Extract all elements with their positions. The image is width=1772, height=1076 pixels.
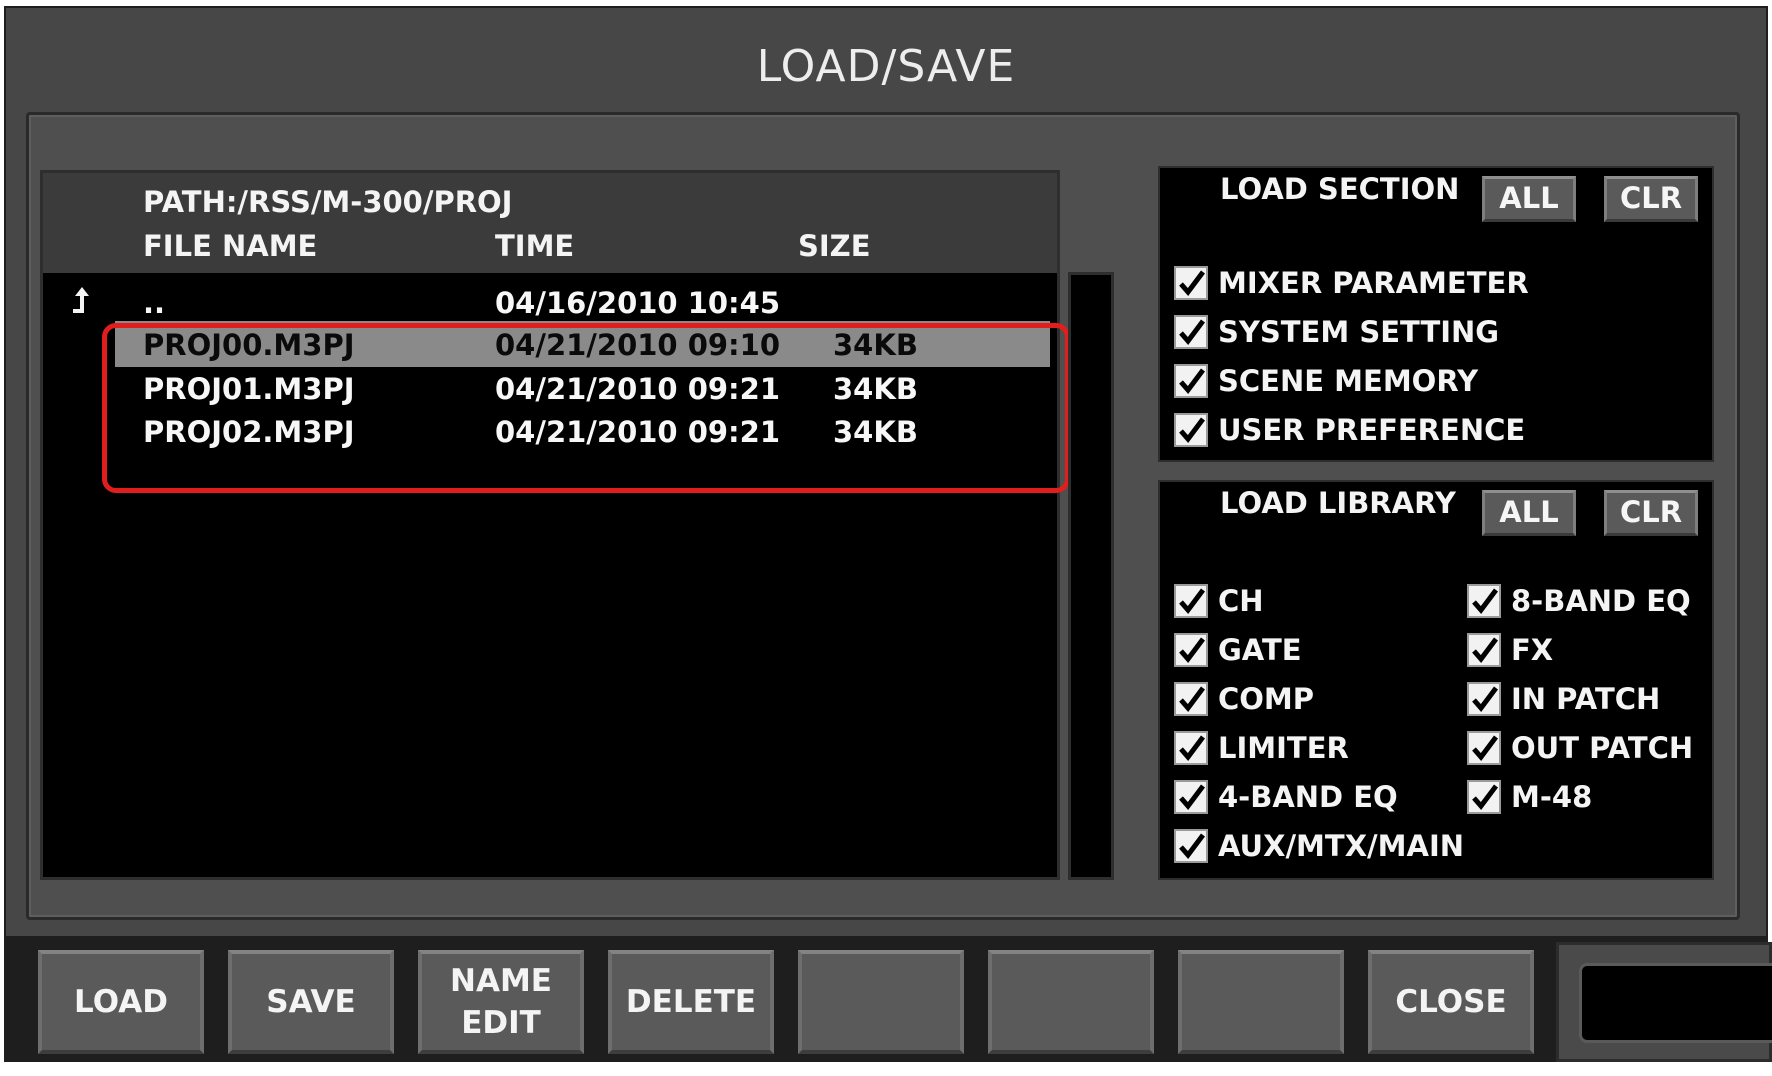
name-edit-label-line1: NAME (450, 963, 552, 999)
checkmark-icon (1174, 731, 1208, 765)
checkmark-icon (1174, 633, 1208, 667)
checkmark-icon (1467, 584, 1501, 618)
checkbox-label: AUX/MTX/MAIN (1218, 829, 1465, 863)
checkmark-icon (1467, 780, 1501, 814)
delete-button[interactable]: DELETE (608, 950, 774, 1054)
checkbox-label: OUT PATCH (1511, 731, 1694, 765)
up-arrow-icon (73, 287, 89, 313)
save-button[interactable]: SAVE (228, 950, 394, 1054)
checkmark-icon (1174, 682, 1208, 716)
checkbox-label: FX (1511, 633, 1554, 667)
checkbox-label: MIXER PARAMETER (1218, 266, 1529, 300)
checkbox-label: 8-BAND EQ (1511, 584, 1691, 618)
checkmark-icon (1174, 364, 1208, 398)
checkbox-label: LIMITER (1218, 731, 1349, 765)
checkbox-label: M-48 (1511, 780, 1593, 814)
checkmark-icon (1174, 315, 1208, 349)
function-button-blank-3[interactable] (1178, 950, 1344, 1054)
checkbox-label: SYSTEM SETTING (1218, 315, 1500, 349)
file-list-scrollbar[interactable] (1068, 272, 1114, 880)
parent-directory-name: .. (143, 286, 166, 320)
checkbox-label: 4-BAND EQ (1218, 780, 1398, 814)
load-section-all-button[interactable]: ALL (1482, 176, 1576, 222)
browser-header: PATH:/RSS/M-300/PROJ FILE NAME TIME SIZE (43, 173, 1057, 273)
function-button-blank-2[interactable] (988, 950, 1154, 1054)
load-section-title: LOAD SECTION (1220, 172, 1460, 206)
bottom-margin (0, 1062, 1772, 1076)
checkmark-icon (1174, 829, 1208, 863)
checkbox-label: IN PATCH (1511, 682, 1661, 716)
checkbox-label: USER PREFERENCE (1218, 413, 1526, 447)
checkbox-label: GATE (1218, 633, 1302, 667)
column-header-file-name[interactable]: FILE NAME (143, 229, 317, 263)
checkmark-icon (1174, 413, 1208, 447)
function-button-blank-1[interactable] (798, 950, 964, 1054)
parent-directory-time: 04/16/2010 10:45 (495, 286, 781, 320)
load-library-all-button[interactable]: ALL (1482, 490, 1576, 536)
file-browser[interactable]: PATH:/RSS/M-300/PROJ FILE NAME TIME SIZE… (40, 170, 1060, 880)
checkmark-icon (1467, 633, 1501, 667)
window-title: LOAD/SAVE (756, 41, 1016, 92)
checkbox-label: COMP (1218, 682, 1315, 716)
checkmark-icon (1467, 731, 1501, 765)
load-section-panel: LOAD SECTION ALL CLR MIXER PARAMETER SYS… (1158, 166, 1714, 462)
load-button[interactable]: LOAD (38, 950, 204, 1054)
name-edit-label-line2: EDIT (461, 1005, 541, 1041)
status-display (1579, 963, 1772, 1043)
close-button[interactable]: CLOSE (1368, 950, 1534, 1054)
checkmark-icon (1174, 266, 1208, 300)
status-display-frame (1556, 942, 1772, 1062)
load-library-title: LOAD LIBRARY (1220, 486, 1456, 520)
checkmark-icon (1174, 584, 1208, 618)
parent-directory-row[interactable]: .. 04/16/2010 10:45 (43, 279, 1057, 325)
name-edit-button[interactable]: NAME EDIT (418, 950, 584, 1054)
current-path: PATH:/RSS/M-300/PROJ (143, 185, 513, 219)
checkmark-icon (1174, 780, 1208, 814)
load-section-clr-button[interactable]: CLR (1604, 176, 1698, 222)
column-header-time[interactable]: TIME (495, 229, 574, 263)
load-library-panel: LOAD LIBRARY ALL CLR CH GATE COMP LIMITE… (1158, 480, 1714, 880)
load-library-clr-button[interactable]: CLR (1604, 490, 1698, 536)
checkbox-label: CH (1218, 584, 1264, 618)
annotation-highlight-box (102, 323, 1070, 493)
checkbox-label: SCENE MEMORY (1218, 364, 1479, 398)
column-header-size[interactable]: SIZE (798, 229, 871, 263)
checkmark-icon (1467, 682, 1501, 716)
